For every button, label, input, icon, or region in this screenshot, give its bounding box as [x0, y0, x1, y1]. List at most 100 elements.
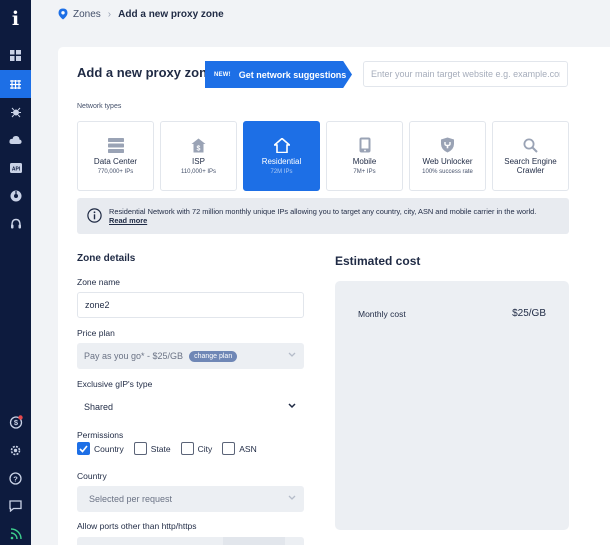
magnifier-icon [523, 138, 538, 153]
permission-label: ASN [239, 443, 257, 454]
type-name: Mobile [352, 157, 377, 166]
chevron-down-icon [288, 403, 296, 409]
price-plan-label: Price plan [77, 328, 115, 338]
dollar-alert-icon: $ [9, 415, 23, 429]
sidebar-item-zones[interactable] [0, 70, 31, 98]
ports-toggle-segment[interactable] [223, 537, 285, 545]
breadcrumb-zones-link[interactable]: Zones [73, 9, 101, 20]
permissions-group: Country State City ASN [77, 442, 267, 455]
sidebar-item-settings[interactable] [0, 436, 31, 464]
sidebar-item-dashboard[interactable] [0, 41, 31, 69]
location-pin-icon [58, 8, 68, 20]
permission-state[interactable]: State [133, 442, 171, 455]
chevron-right-icon: › [107, 8, 112, 20]
mobile-phone-icon [359, 137, 370, 153]
chevron-down-icon [288, 352, 296, 357]
sidebar-item-feed[interactable] [0, 520, 31, 545]
chat-icon [9, 500, 22, 512]
ports-label: Allow ports other than http/https [77, 521, 197, 531]
breadcrumb: Zones › Add a new proxy zone [58, 7, 224, 21]
new-badge: NEW! [214, 71, 231, 78]
svg-text:$: $ [13, 418, 18, 427]
sidebar-item-billing[interactable] [0, 182, 31, 210]
cloud-icon [9, 135, 22, 144]
type-name: Search Engine Crawler [504, 157, 557, 175]
sidebar-item-help[interactable]: ? [0, 464, 31, 492]
sidebar-item-chat[interactable] [0, 492, 31, 520]
sidebar-item-cloud[interactable] [0, 126, 31, 154]
network-types-list: Data Center 770,000+ IPs $ ISP 110,000+ … [77, 121, 569, 191]
info-text: Residential Network with 72 million mont… [109, 207, 559, 225]
zone-name-input[interactable]: zone2 [77, 292, 304, 318]
sidebar-item-api[interactable]: API [0, 154, 31, 182]
estimated-cost-panel: Monthly cost $25/GB [335, 281, 569, 530]
gear-icon [10, 445, 21, 455]
monthly-cost-value: $25/GB [512, 308, 546, 319]
suggest-label: Get network suggestions [238, 69, 347, 80]
type-name: Data Center [93, 157, 138, 166]
svg-text:$: $ [197, 145, 201, 152]
permission-country[interactable]: Country [77, 442, 124, 455]
info-icon [87, 208, 102, 223]
permission-label: State [150, 443, 171, 454]
type-sub: 72M IPs [270, 169, 293, 175]
network-type-data-center[interactable]: Data Center 770,000+ IPs [77, 121, 154, 191]
brand-logo-icon[interactable]: i [0, 8, 31, 30]
gip-type-label: Exclusive gIP's type [77, 379, 153, 389]
type-sub: 100% success rate [422, 169, 473, 175]
bug-icon [10, 107, 21, 118]
server-stack-icon [107, 137, 124, 153]
svg-text:API: API [11, 166, 20, 172]
permission-label: Country [94, 443, 124, 454]
api-box-icon: API [9, 163, 22, 173]
network-type-residential[interactable]: Residential 72M IPs [243, 121, 320, 191]
page-title: Add a new proxy zone [77, 65, 215, 80]
type-name: Residential [261, 157, 302, 166]
help-icon: ? [9, 471, 22, 485]
add-zone-card: Add a new proxy zone NEW! Get network su… [58, 47, 610, 545]
zone-name-label: Zone name [77, 277, 120, 287]
network-type-isp[interactable]: $ ISP 110,000+ IPs [160, 121, 237, 191]
type-sub: 7M+ IPs [353, 169, 376, 175]
checkbox[interactable] [222, 442, 236, 455]
gauge-icon [10, 190, 21, 202]
price-plan-select[interactable]: Pay as you go* - $25/GB change plan [77, 343, 304, 369]
chevron-down-icon [288, 495, 296, 500]
get-network-suggestions-button[interactable]: NEW! Get network suggestions [205, 61, 352, 88]
info-description: Residential Network with 72 million mont… [109, 207, 537, 216]
type-sub: 770,000+ IPs [97, 169, 134, 175]
sidebar: i API $ ? [0, 0, 31, 545]
permission-city[interactable]: City [180, 442, 213, 455]
checkbox[interactable] [133, 442, 147, 455]
check-icon [79, 444, 88, 453]
target-website-input[interactable] [363, 61, 568, 87]
network-type-web-unlocker[interactable]: Web Unlocker 100% success rate [409, 121, 486, 191]
read-more-link[interactable]: Read more [109, 216, 559, 225]
network-types-label: Network types [77, 103, 122, 110]
change-plan-button[interactable]: change plan [189, 350, 238, 362]
network-type-search-engine-crawler[interactable]: Search Engine Crawler [492, 121, 569, 191]
dashboard-grid-icon [10, 49, 21, 61]
country-value: Selected per request [89, 494, 173, 504]
sidebar-item-payments[interactable]: $ [0, 408, 31, 436]
house-icon [273, 137, 290, 153]
svg-text:?: ? [13, 474, 18, 483]
gip-type-select[interactable]: Shared [77, 394, 304, 420]
estimated-cost-heading: Estimated cost [335, 254, 421, 268]
checkbox[interactable] [180, 442, 194, 455]
country-label: Country [77, 471, 107, 481]
sidebar-item-support[interactable] [0, 210, 31, 238]
unlock-shield-icon [441, 137, 454, 153]
permission-label: City [197, 443, 213, 454]
breadcrumb-current: Add a new proxy zone [118, 8, 224, 20]
network-info-banner: Residential Network with 72 million mont… [77, 198, 569, 234]
permissions-label: Permissions [77, 430, 124, 440]
zone-details-heading: Zone details [77, 253, 136, 264]
permission-asn[interactable]: ASN [222, 442, 257, 455]
country-select[interactable]: Selected per request [77, 486, 304, 512]
checkbox-checked[interactable] [77, 442, 90, 455]
sidebar-item-tools[interactable] [0, 98, 31, 126]
network-type-mobile[interactable]: Mobile 7M+ IPs [326, 121, 403, 191]
type-sub: 110,000+ IPs [180, 169, 217, 175]
network-icon [10, 79, 21, 89]
